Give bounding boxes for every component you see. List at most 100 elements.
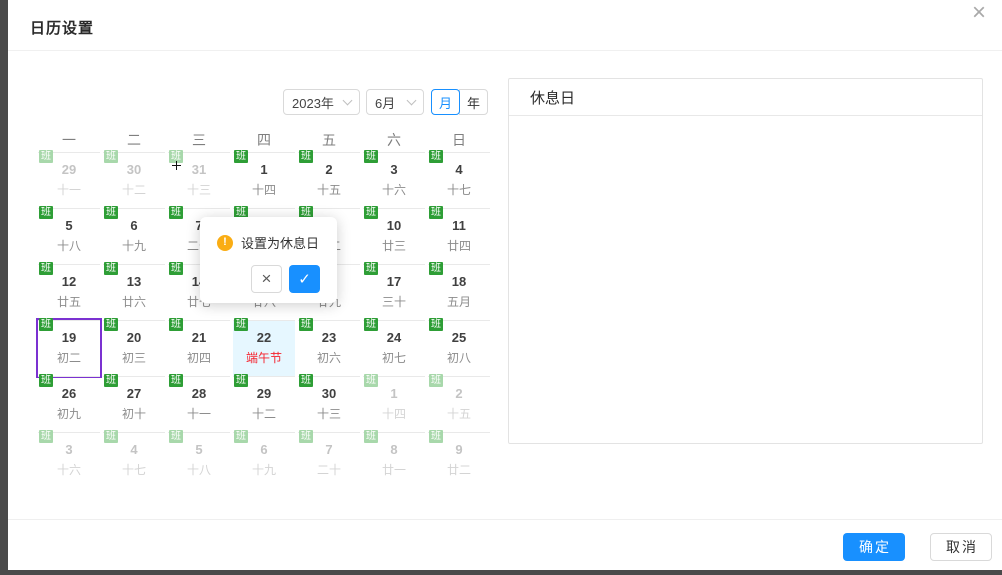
work-day-badge: 班: [299, 318, 313, 331]
work-day-badge: 班: [234, 374, 248, 387]
day-cell[interactable]: 班25初八: [428, 320, 490, 376]
lunar-label: 十三: [298, 408, 360, 420]
popover-cancel-button[interactable]: ×: [251, 265, 282, 293]
day-cell[interactable]: 班29十二: [233, 376, 295, 432]
day-number: 9: [428, 443, 490, 456]
day-number: 4: [103, 443, 165, 456]
work-day-badge: 班: [104, 206, 118, 219]
day-cell[interactable]: 班24初七: [363, 320, 425, 376]
day-cell[interactable]: 班13廿六: [103, 264, 165, 320]
day-cell[interactable]: 班5十八: [168, 432, 230, 488]
footer-divider: [8, 519, 1002, 520]
lunar-label: 十四: [233, 184, 295, 196]
day-cell[interactable]: 班20初三: [103, 320, 165, 376]
work-day-badge: 班: [104, 430, 118, 443]
day-cell[interactable]: 班22端午节: [233, 320, 295, 376]
warning-icon: !: [217, 235, 233, 251]
day-cell[interactable]: 班2十五: [298, 152, 360, 208]
work-day-badge: 班: [364, 262, 378, 275]
work-day-badge: 班: [169, 374, 183, 387]
mouse-cursor: [172, 161, 181, 170]
day-cell[interactable]: 班3十六: [38, 432, 100, 488]
work-day-badge: 班: [104, 374, 118, 387]
day-cell[interactable]: 班6十九: [233, 432, 295, 488]
lunar-label: 廿四: [428, 240, 490, 252]
day-number: 22: [233, 331, 295, 344]
day-cell[interactable]: 班6十九: [103, 208, 165, 264]
work-day-badge: 班: [39, 150, 53, 163]
day-cell[interactable]: 班9廿二: [428, 432, 490, 488]
view-mode-month[interactable]: 月: [431, 89, 460, 115]
work-day-badge: 班: [104, 150, 118, 163]
weekday-label: 四: [233, 130, 295, 150]
work-day-badge: 班: [299, 430, 313, 443]
day-cell[interactable]: 班8廿一: [363, 432, 425, 488]
holiday-name: 端午节: [233, 352, 295, 364]
lunar-label: 初四: [168, 352, 230, 364]
day-cell[interactable]: 班10廿三: [363, 208, 425, 264]
day-number: 19: [38, 331, 100, 344]
day-cell[interactable]: 班11 廿四: [428, 208, 490, 264]
work-day-badge: 班: [169, 318, 183, 331]
work-day-badge: 班: [429, 206, 443, 219]
day-number: 11: [428, 219, 490, 232]
day-number: 4: [428, 163, 490, 176]
work-day-badge: 班: [429, 430, 443, 443]
day-number: 8: [363, 443, 425, 456]
day-cell[interactable]: 班1十四: [363, 376, 425, 432]
work-day-badge: 班: [429, 262, 443, 275]
lunar-label: 十六: [38, 464, 100, 476]
lunar-label: 十七: [103, 464, 165, 476]
lunar-label: 十六: [363, 184, 425, 196]
day-cell[interactable]: 班4十七: [428, 152, 490, 208]
day-cell[interactable]: 班17三十: [363, 264, 425, 320]
day-cell[interactable]: 班1十四: [233, 152, 295, 208]
lunar-label: 初三: [103, 352, 165, 364]
day-cell[interactable]: 班4 十七: [103, 432, 165, 488]
day-cell[interactable]: 班27初十: [103, 376, 165, 432]
chevron-down-icon: [343, 95, 353, 105]
view-mode-toggle: 月 年: [431, 89, 488, 115]
weekday-label: 二: [103, 130, 165, 150]
lunar-label: 二十: [298, 464, 360, 476]
day-cell[interactable]: 班29十一: [38, 152, 100, 208]
work-day-badge: 班: [39, 206, 53, 219]
month-select[interactable]: 6月: [366, 89, 424, 115]
day-cell[interactable]: 班30 十二: [103, 152, 165, 208]
weekday-label: 五: [298, 130, 360, 150]
day-cell[interactable]: 班26初九: [38, 376, 100, 432]
day-cell[interactable]: 班23初六: [298, 320, 360, 376]
lunar-label: 十一: [168, 408, 230, 420]
day-number: 21: [168, 331, 230, 344]
day-number: 30: [103, 163, 165, 176]
weekday-label: 一: [38, 130, 100, 150]
popover-confirm-button[interactable]: ✓: [289, 265, 320, 293]
year-select[interactable]: 2023年: [283, 89, 360, 115]
day-cell[interactable]: 班21 初四: [168, 320, 230, 376]
day-number: 5: [38, 219, 100, 232]
lunar-label: 十三: [168, 184, 230, 196]
day-cell[interactable]: 班28十一: [168, 376, 230, 432]
cancel-button[interactable]: 取消: [930, 533, 992, 561]
work-day-badge: 班: [364, 318, 378, 331]
view-mode-year[interactable]: 年: [459, 89, 488, 115]
confirm-button[interactable]: 确定: [843, 533, 905, 561]
day-cell[interactable]: 班18五月: [428, 264, 490, 320]
day-cell[interactable]: 班5 十八: [38, 208, 100, 264]
day-cell[interactable]: 班30十三: [298, 376, 360, 432]
day-cell[interactable]: 班7二十: [298, 432, 360, 488]
month-select-value: 6月: [375, 93, 395, 112]
work-day-badge: 班: [39, 318, 53, 331]
day-cell[interactable]: 班19初二: [38, 320, 100, 376]
close-icon[interactable]: ×: [964, 0, 994, 28]
lunar-label: 十八: [38, 240, 100, 252]
lunar-label: 廿五: [38, 296, 100, 308]
work-day-badge: 班: [364, 206, 378, 219]
lunar-label: 十二: [103, 184, 165, 196]
day-cell[interactable]: 班12廿五: [38, 264, 100, 320]
work-day-badge: 班: [429, 318, 443, 331]
day-cell[interactable]: 班3十六: [363, 152, 425, 208]
lunar-label: 廿三: [363, 240, 425, 252]
day-cell[interactable]: 班2十五: [428, 376, 490, 432]
lunar-label: 五月: [428, 296, 490, 308]
